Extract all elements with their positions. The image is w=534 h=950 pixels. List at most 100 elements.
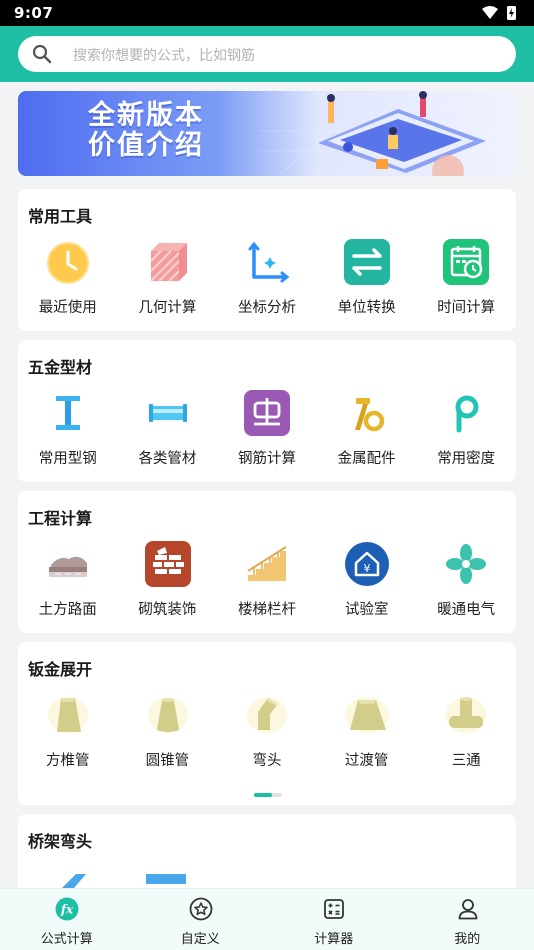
- tool-label: 三通: [451, 753, 481, 769]
- tool-cone[interactable]: 圆锥管: [118, 692, 218, 774]
- lab-icon: ¥: [344, 542, 389, 586]
- tab-custom[interactable]: 自定义: [134, 889, 268, 950]
- wifi-icon: [482, 6, 498, 19]
- tool-stairs-railing[interactable]: 楼梯栏杆: [217, 541, 317, 623]
- tool-label: 暖通电气: [437, 602, 496, 618]
- tool-metal-fittings[interactable]: 金属配件: [317, 390, 417, 472]
- brick-icon: [144, 541, 191, 587]
- tool-label: 试验室: [344, 602, 389, 618]
- rebar-icon: [244, 390, 291, 436]
- tool-grid: 土方路面 砌筑装饰 楼梯栏杆 ¥ 试验室 暖通电气: [18, 541, 516, 623]
- status-time: 9:07: [14, 4, 54, 22]
- elbow-icon: [247, 697, 288, 733]
- tool-masonry[interactable]: 砌筑装饰: [118, 541, 218, 623]
- stairs-icon: [247, 546, 287, 581]
- tool-density[interactable]: 常用密度: [416, 390, 516, 472]
- user-icon: [458, 899, 477, 920]
- page-indicator-active: [254, 793, 272, 797]
- tool-transition[interactable]: 过渡管: [317, 692, 417, 774]
- tab-profile[interactable]: 我的: [401, 889, 534, 950]
- tool-unit-convert[interactable]: 单位转换: [317, 239, 417, 321]
- tool-label: 过渡管: [344, 753, 389, 769]
- tool-time-calc[interactable]: 时间计算: [416, 239, 516, 321]
- svg-text:fx: fx: [60, 903, 74, 917]
- banner-title: 全新版本 价值介绍: [88, 101, 204, 161]
- tool-label: 砌筑装饰: [138, 602, 197, 618]
- tool-grid: 常用型钢 各类管材 钢筋计算 金属配件 常用密度: [18, 390, 516, 472]
- tool-label: 单位转换: [337, 300, 396, 316]
- calculator-icon: [324, 899, 344, 919]
- section-title: 工程计算: [28, 509, 93, 528]
- tool-label: 坐标分析: [237, 300, 296, 316]
- status-bar: 9:07: [0, 0, 534, 26]
- tool-label: 常用密度: [437, 451, 496, 467]
- density-icon: [455, 395, 479, 433]
- app-header: 搜索你想要的公式，比如钢筋: [0, 26, 534, 82]
- tab-label: 公式计算: [40, 932, 93, 947]
- section-common-tools: 常用工具 最近使用 几何计算 坐标分析 单位转换 时间计算: [18, 189, 516, 331]
- tool-pipes[interactable]: 各类管材: [118, 390, 218, 472]
- i-beam-icon: [56, 396, 80, 430]
- tab-calculator[interactable]: 计算器: [267, 889, 401, 950]
- section-title: 常用工具: [28, 207, 93, 226]
- tee-icon: [446, 697, 487, 733]
- swap-icon: [343, 239, 390, 285]
- tool-steel-profiles[interactable]: 常用型钢: [18, 390, 118, 472]
- tab-label: 计算器: [314, 932, 354, 947]
- square-pyramid-icon: [48, 697, 88, 733]
- tool-label: 楼梯栏杆: [237, 602, 296, 618]
- tool-rebar[interactable]: 钢筋计算: [217, 390, 317, 472]
- tool-geometry[interactable]: 几何计算: [118, 239, 218, 321]
- tool-label: 几何计算: [138, 300, 197, 316]
- tool-recent[interactable]: 最近使用: [18, 239, 118, 321]
- transition-icon: [344, 697, 389, 733]
- cable-tray-tee-icon[interactable]: [146, 872, 190, 888]
- tool-earthwork[interactable]: 土方路面: [18, 541, 118, 623]
- earthwork-icon: [49, 556, 87, 577]
- section-hardware-profiles: 五金型材 常用型钢 各类管材 钢筋计算 金属配件 常用密度: [18, 340, 516, 482]
- banner-title-line1: 全新版本: [88, 100, 204, 131]
- section-title: 钣金展开: [28, 660, 93, 679]
- tab-label: 我的: [454, 932, 481, 947]
- search-placeholder: 搜索你想要的公式，比如钢筋: [73, 48, 255, 64]
- star-icon: [189, 897, 212, 921]
- calendar-icon: [443, 239, 490, 285]
- banner-title-line2: 价值介绍: [88, 130, 204, 161]
- bottom-tab-bar: fx 公式计算 自定义 计算器 我的: [0, 888, 534, 950]
- tool-grid: 最近使用 几何计算 坐标分析 单位转换 时间计算: [18, 239, 516, 321]
- tool-grid: 方椎管 圆锥管 弯头 过渡管 三通: [18, 692, 516, 774]
- axis-icon: [248, 241, 290, 283]
- tool-label: 金属配件: [337, 451, 396, 467]
- fitting-icon: [354, 398, 385, 432]
- tool-label: 各类管材: [138, 451, 197, 467]
- pipe-icon: [148, 404, 187, 422]
- tool-label: 方椎管: [46, 753, 90, 769]
- tool-label: 时间计算: [437, 300, 496, 316]
- search-input[interactable]: 搜索你想要的公式，比如钢筋: [18, 36, 516, 72]
- tool-laboratory[interactable]: ¥ 试验室: [317, 541, 417, 623]
- tool-label: 土方路面: [38, 602, 97, 618]
- status-icons: [482, 6, 516, 20]
- fan-icon: [446, 544, 487, 584]
- cube-icon: [149, 243, 187, 282]
- tool-hvac-electric[interactable]: 暖通电气: [416, 541, 516, 623]
- tool-square-pyramid[interactable]: 方椎管: [18, 692, 118, 774]
- tool-label: 圆锥管: [145, 753, 190, 769]
- fx-icon: fx: [55, 897, 79, 921]
- section-sheet-metal: 钣金展开 方椎管 圆锥管 弯头 过渡管 三通: [18, 642, 516, 805]
- tool-tee[interactable]: 三通: [416, 692, 516, 774]
- cable-tray-elbow-icon[interactable]: [56, 872, 96, 888]
- promo-banner[interactable]: 全新版本 价值介绍: [18, 91, 516, 176]
- cone-icon: [147, 697, 188, 733]
- svg-text:¥: ¥: [363, 562, 370, 575]
- page-indicator: [254, 793, 282, 797]
- tab-formula[interactable]: fx 公式计算: [0, 889, 134, 950]
- tool-coordinate[interactable]: 坐标分析: [217, 239, 317, 321]
- tool-label: 钢筋计算: [237, 451, 296, 467]
- tab-label: 自定义: [180, 932, 220, 947]
- tool-label: 最近使用: [38, 300, 97, 316]
- tool-label: 常用型钢: [38, 451, 97, 467]
- section-title: 五金型材: [28, 358, 93, 377]
- tool-elbow[interactable]: 弯头: [217, 692, 317, 774]
- section-title: 桥架弯头: [28, 832, 93, 851]
